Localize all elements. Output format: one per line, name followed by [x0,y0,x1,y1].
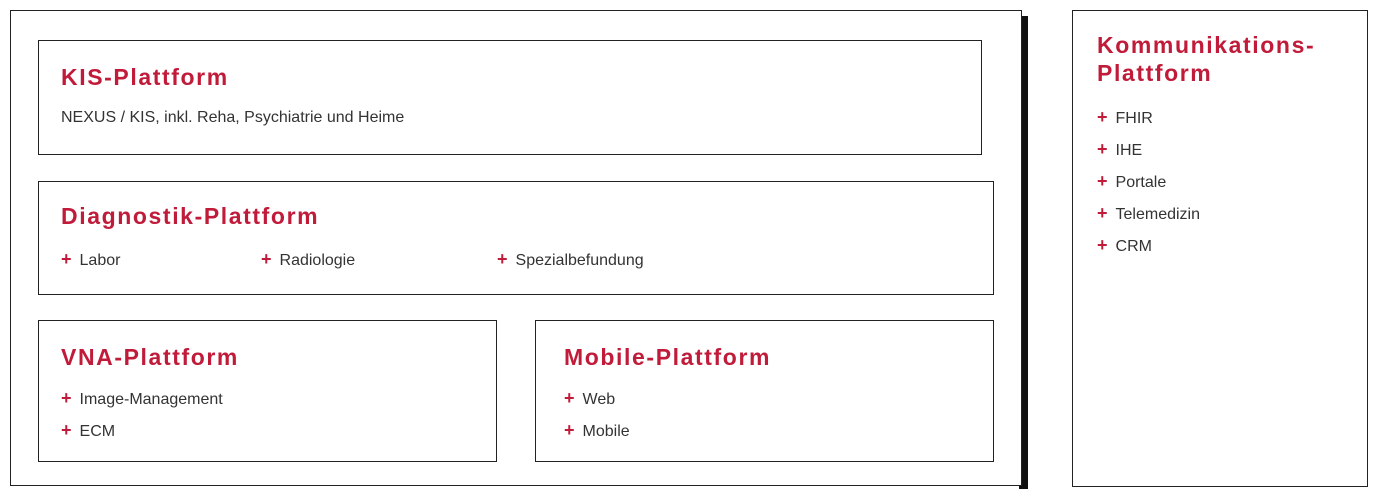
plus-icon: + [1097,235,1108,255]
plus-icon: + [61,420,72,440]
list-item: + ECM [61,420,116,440]
kommunikations-platform-title: Kommunikations- Plattform [1097,32,1316,86]
diagnostik-item-spezialbefundung: + Spezialbefundung [497,249,644,269]
vna-item-list: + Image-Management + ECM [61,388,223,452]
list-item: + Image-Management [61,388,223,408]
vna-platform-title: VNA-Plattform [61,344,239,370]
kommunikations-item-list: + FHIR + IHE + Portale + Telemedizin + CRM [1097,107,1200,267]
plus-icon: + [61,388,72,408]
plus-icon: + [564,420,575,440]
plus-icon: + [1097,203,1108,223]
kommunikations-platform-box: Kommunikations- Plattform + FHIR + IHE + Po… [1072,10,1368,487]
diagnostik-item-radiologie: + Radiologie [261,249,356,269]
plus-icon: + [1097,107,1108,127]
vna-platform-box: VNA-Plattform + Image-Management + ECM [38,320,497,462]
diagnostik-platform-title: Diagnostik-Plattform [61,203,320,229]
mobile-platform-box: Mobile-Plattform + Web + Mobile [535,320,994,462]
list-item: + IHE [1097,139,1143,159]
plus-icon: + [61,249,72,269]
kis-platform-description: NEXUS / KIS, inkl. Reha, Psychiatrie und… [61,109,405,126]
list-item: + Telemedizin [1097,203,1200,223]
kis-platform-title: KIS-Plattform [61,64,229,90]
mobile-platform-title: Mobile-Plattform [564,344,772,370]
diagnostik-item-labor: + Labor [61,249,121,269]
list-item: + FHIR [1097,107,1153,127]
plus-icon: + [1097,171,1108,191]
list-item: + Portale [1097,171,1167,191]
plus-icon: + [564,388,575,408]
mobile-item-list: + Web + Mobile [564,388,630,452]
plus-icon: + [261,249,272,269]
list-item: + Mobile [564,420,630,440]
plus-icon: + [497,249,508,269]
list-item: + CRM [1097,235,1152,255]
kis-platform-box: KIS-Plattform NEXUS / KIS, inkl. Reha, P… [38,40,982,155]
plus-icon: + [1097,139,1108,159]
list-item: + Web [564,388,616,408]
diagnostik-platform-box: Diagnostik-Plattform + Labor + Radiologie … [38,181,994,295]
